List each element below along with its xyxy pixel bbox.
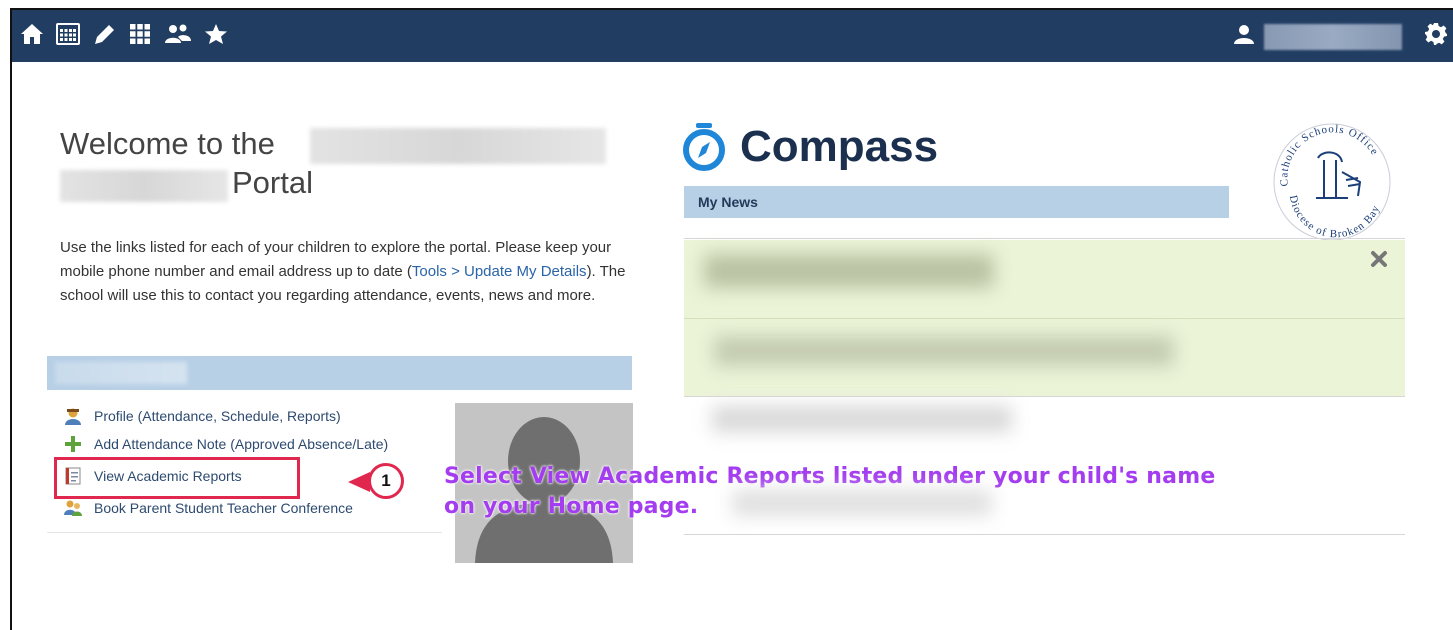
plus-icon	[64, 435, 82, 453]
news-blurred-text-4	[732, 490, 992, 516]
user-name-redacted[interactable]	[1264, 24, 1402, 50]
welcome-title: Welcome to the	[60, 126, 275, 161]
top-navbar	[12, 10, 1453, 62]
conference-icon	[64, 499, 82, 517]
calendar-icon[interactable]	[54, 20, 82, 48]
step-number-badge: 1	[368, 463, 404, 499]
app-window: Welcome to the Portal Use the links list…	[10, 8, 1453, 630]
news-blurred-text-3	[712, 406, 1012, 432]
news-top-divider	[684, 238, 1405, 239]
book-conference-link[interactable]: Book Parent Student Teacher Conference	[64, 497, 444, 519]
news-divider-2	[684, 396, 1405, 397]
child-name-redacted	[55, 362, 187, 384]
close-icon[interactable]	[1370, 250, 1388, 268]
intro-paragraph: Use the links listed for each of your ch…	[60, 236, 640, 308]
news-bottom-divider	[684, 534, 1405, 535]
compass-logo-icon	[683, 123, 725, 171]
profile-link[interactable]: Profile (Attendance, Schedule, Reports)	[64, 405, 444, 427]
links-divider	[47, 532, 442, 533]
add-attendance-note-label: Add Attendance Note (Approved Absence/La…	[94, 436, 389, 452]
profile-link-label: Profile (Attendance, Schedule, Reports)	[94, 408, 341, 424]
pencil-icon[interactable]	[90, 20, 118, 48]
instruction-line-1: Select View Academic Reports listed unde…	[444, 464, 1216, 489]
compass-brand: Compass	[740, 122, 939, 171]
user-icon[interactable]	[1230, 20, 1258, 48]
profile-icon	[64, 407, 82, 425]
grid-icon[interactable]	[126, 20, 154, 48]
people-icon[interactable]	[164, 20, 192, 48]
portal-word: Portal	[232, 165, 313, 200]
star-icon[interactable]	[202, 20, 230, 48]
school-name-redacted-2	[60, 170, 228, 202]
highlight-box	[54, 457, 300, 499]
news-item-divider	[684, 318, 1405, 319]
callout-arrow	[348, 472, 370, 492]
update-details-link[interactable]: Tools > Update My Details	[412, 263, 587, 280]
child-header	[47, 356, 632, 390]
school-logo: Catholic Schools Office Diocese of Broke…	[1266, 120, 1400, 244]
gear-icon[interactable]	[1422, 20, 1450, 48]
news-blurred-text-2	[714, 336, 1174, 366]
book-conference-label: Book Parent Student Teacher Conference	[94, 500, 353, 516]
add-attendance-note-link[interactable]: Add Attendance Note (Approved Absence/La…	[64, 433, 444, 455]
school-name-redacted	[310, 128, 606, 164]
home-icon[interactable]	[18, 20, 46, 48]
news-blurred-text-1	[704, 254, 994, 288]
news-header: My News	[684, 186, 1229, 218]
compass-logo: Compass	[682, 122, 938, 172]
